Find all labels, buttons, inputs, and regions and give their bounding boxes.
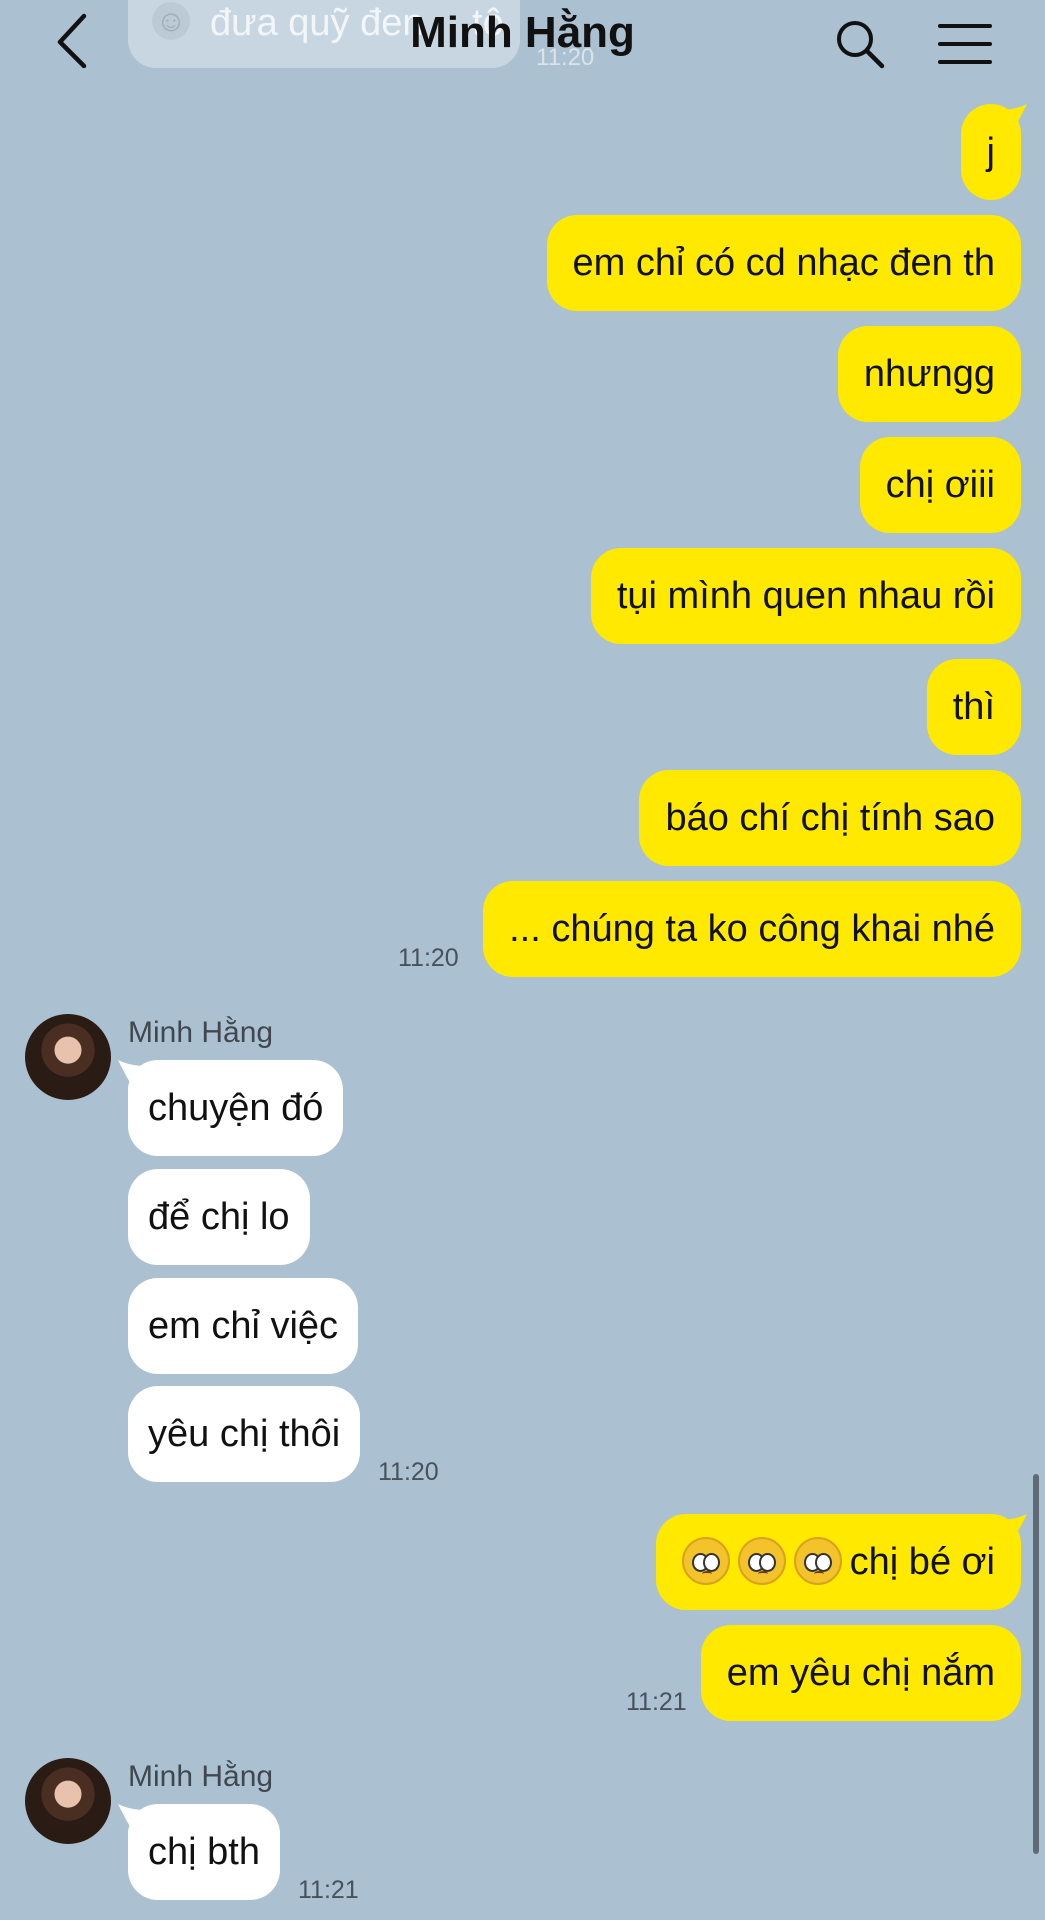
message-bubble-incoming[interactable]: chị bth bbox=[128, 1804, 280, 1900]
message-timestamp: 11:21 bbox=[298, 1876, 359, 1904]
back-button[interactable] bbox=[50, 8, 100, 69]
message-text: chị bé ơi bbox=[849, 1541, 995, 1583]
message-bubble-outgoing[interactable]: em yêu chị nắm bbox=[700, 1625, 1021, 1721]
message-bubble-outgoing[interactable]: chị bé ơi bbox=[655, 1514, 1021, 1610]
message-bubble-outgoing[interactable]: em chỉ có cd nhạc đen th bbox=[546, 215, 1021, 311]
sticker-icon: ☺ bbox=[152, 2, 190, 40]
previous-message-time: 11:20 bbox=[536, 44, 595, 71]
message-timestamp: 11:20 bbox=[398, 944, 459, 972]
message-bubble-incoming[interactable]: em chỉ việc bbox=[128, 1278, 359, 1374]
message-bubble-outgoing[interactable]: thì bbox=[926, 659, 1021, 755]
message-timestamp: 11:20 bbox=[378, 1458, 439, 1486]
avatar[interactable] bbox=[25, 1758, 111, 1844]
message-bubble-outgoing[interactable]: ... chúng ta ko công khai nhé bbox=[483, 881, 1021, 977]
pleading-face-icon bbox=[737, 1536, 786, 1585]
message-bubble-outgoing[interactable]: nhưngg bbox=[837, 326, 1021, 422]
message-bubble-incoming[interactable]: chuyện đó bbox=[128, 1060, 344, 1156]
message-timestamp: 11:21 bbox=[626, 1688, 687, 1716]
message-bubble-outgoing[interactable]: chị ơiii bbox=[859, 437, 1021, 533]
chat-header: ☺ đưa quỹ đen …tô 11:20 Minh Hằng bbox=[0, 0, 1045, 80]
pleading-face-icon bbox=[793, 1536, 842, 1585]
avatar[interactable] bbox=[25, 1014, 111, 1100]
message-bubble-outgoing[interactable]: j bbox=[960, 104, 1021, 200]
menu-button[interactable] bbox=[936, 20, 994, 68]
message-bubble-incoming[interactable]: yêu chị thôi bbox=[128, 1386, 361, 1482]
pleading-face-icon bbox=[681, 1536, 730, 1585]
chevron-left-icon bbox=[57, 13, 87, 69]
previous-message-text: đưa quỹ đen …tô bbox=[210, 2, 504, 44]
message-bubble-incoming[interactable]: để chị lo bbox=[128, 1169, 310, 1265]
search-icon bbox=[837, 21, 885, 69]
message-bubble-outgoing[interactable]: báo chí chị tính sao bbox=[639, 770, 1021, 866]
sender-name: Minh Hằng bbox=[128, 1760, 274, 1793]
sender-name: Minh Hằng bbox=[128, 1016, 274, 1049]
search-button[interactable] bbox=[834, 18, 886, 70]
hamburger-menu-icon bbox=[938, 24, 992, 64]
scrollbar[interactable] bbox=[1033, 1474, 1039, 1854]
message-bubble-outgoing[interactable]: tụi mình quen nhau rồi bbox=[590, 548, 1021, 644]
